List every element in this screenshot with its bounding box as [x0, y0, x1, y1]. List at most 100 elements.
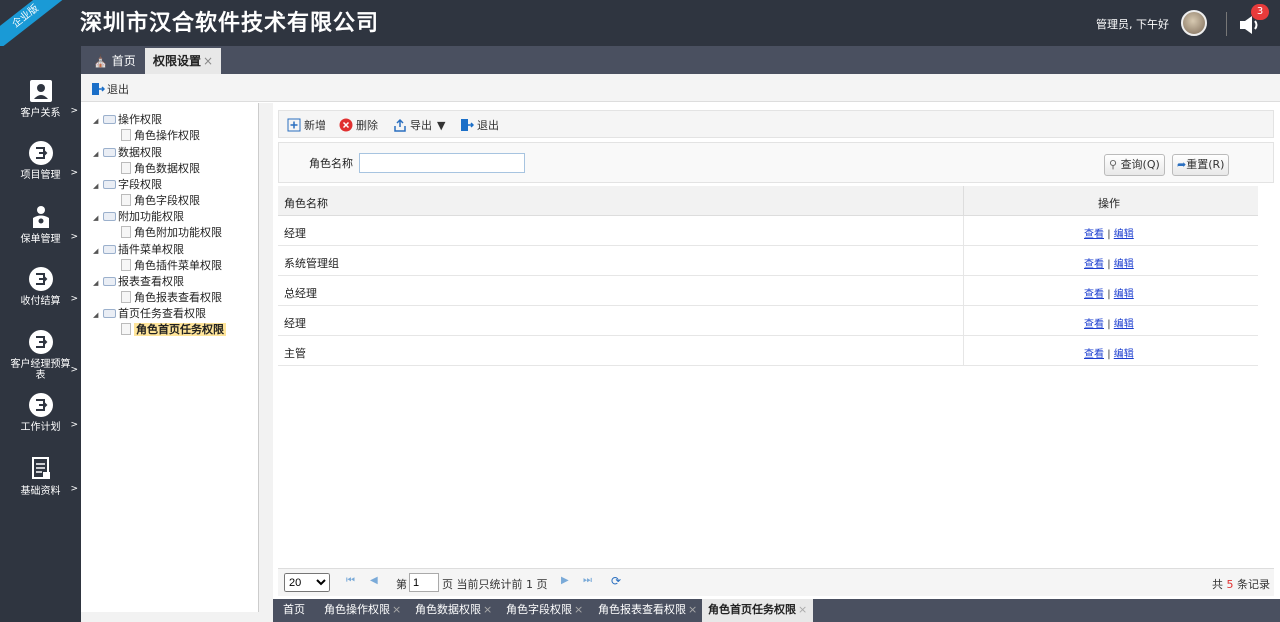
tree-node-addon[interactable]: ◢ 附加功能权限 — [93, 208, 184, 224]
close-icon[interactable]: × — [203, 54, 213, 68]
tree-node-field[interactable]: ◢ 字段权限 — [93, 176, 162, 192]
tab-bar: ⛪ 首页 权限设置 × — [81, 46, 1280, 74]
view-link[interactable]: 查看 — [1084, 349, 1104, 360]
close-icon[interactable]: × — [483, 603, 492, 616]
dropdown-arrow-icon[interactable]: ▼ — [437, 119, 445, 132]
tree-leaf-label: 角色数据权限 — [134, 162, 200, 175]
last-page-icon[interactable]: ⏭ — [583, 575, 592, 586]
close-icon[interactable]: × — [392, 603, 401, 616]
sidebar-item-project[interactable]: 项目管理 > — [0, 140, 81, 200]
folder-icon — [103, 115, 116, 124]
tree-leaf[interactable]: 角色报表查看权限 — [121, 289, 222, 305]
new-button[interactable]: 新增 — [287, 117, 326, 133]
notification-badge[interactable]: 3 — [1251, 4, 1269, 20]
tree-node-label: 插件菜单权限 — [118, 243, 184, 256]
expand-arrow-icon[interactable]: ◢ — [93, 150, 103, 158]
tree-node-home-task[interactable]: ◢ 首页任务查看权限 — [93, 305, 206, 321]
page-size-select[interactable]: 20 — [284, 573, 330, 592]
avatar[interactable] — [1181, 10, 1207, 36]
reset-label: 重置(R) — [1186, 158, 1225, 171]
tree-leaf[interactable]: 角色插件菜单权限 — [121, 257, 222, 273]
expand-arrow-icon[interactable]: ◢ — [93, 182, 103, 190]
table-row[interactable]: 系统管理组 查看 | 编辑 — [278, 246, 1258, 276]
bottom-tab-data[interactable]: 角色数据权限 × — [409, 599, 498, 622]
tree-leaf[interactable]: 角色附加功能权限 — [121, 224, 222, 240]
edit-link[interactable]: 编辑 — [1114, 259, 1134, 270]
edit-link[interactable]: 编辑 — [1114, 229, 1134, 240]
page-number-input[interactable] — [409, 573, 439, 592]
sidebar-item-settlement[interactable]: 收付结算 > — [0, 266, 81, 326]
export-button[interactable]: 导出 ▼ — [393, 117, 445, 133]
reset-button[interactable]: ➦重置(R) — [1172, 154, 1230, 176]
first-page-icon[interactable]: ⏮ — [346, 575, 355, 586]
edit-link[interactable]: 编辑 — [1114, 349, 1134, 360]
tree-node-label: 首页任务查看权限 — [118, 307, 206, 320]
tree-leaf[interactable]: 角色数据权限 — [121, 160, 200, 176]
action-toolbar: 新增 删除 导出 ▼ 退出 — [278, 110, 1274, 138]
close-icon[interactable]: × — [798, 603, 807, 616]
tree-leaf[interactable]: 角色操作权限 — [121, 127, 200, 143]
header-divider — [1226, 12, 1227, 36]
edit-link[interactable]: 编辑 — [1114, 319, 1134, 330]
tree-node-report[interactable]: ◢ 报表查看权限 — [93, 273, 184, 289]
bottom-tab-operation[interactable]: 角色操作权限 × — [318, 599, 407, 622]
tree-scrollbar[interactable] — [259, 103, 273, 622]
module-icon — [28, 141, 53, 165]
tree-leaf[interactable]: 角色字段权限 — [121, 192, 200, 208]
sidebar-item-policy[interactable]: 保单管理 > — [0, 204, 81, 264]
sidebar-item-customer[interactable]: 客户关系 > — [0, 78, 81, 138]
bottom-tab-report[interactable]: 角色报表查看权限 × — [592, 599, 703, 622]
expand-arrow-icon[interactable]: ◢ — [93, 279, 103, 287]
tab-home[interactable]: ⛪ 首页 — [85, 48, 144, 74]
share-arrow-icon: ➦ — [1177, 158, 1187, 171]
exit-button[interactable]: 退出 — [460, 117, 499, 133]
exit-label: 退出 — [107, 83, 129, 96]
table-row[interactable]: 经理 查看 | 编辑 — [278, 216, 1258, 246]
view-link[interactable]: 查看 — [1084, 319, 1104, 330]
column-divider — [963, 186, 964, 216]
close-icon[interactable]: × — [688, 603, 697, 616]
expand-arrow-icon[interactable]: ◢ — [93, 214, 103, 222]
tab-label: 角色首页任务权限 — [708, 603, 796, 616]
close-icon[interactable]: × — [574, 603, 583, 616]
table-row[interactable]: 总经理 查看 | 编辑 — [278, 276, 1258, 306]
bottom-tab-home-task[interactable]: 角色首页任务权限 × — [702, 599, 814, 622]
expand-arrow-icon[interactable]: ◢ — [93, 117, 103, 125]
tree-leaf-label: 角色插件菜单权限 — [134, 259, 222, 272]
role-name-input[interactable] — [359, 153, 525, 173]
tree-leaf-selected[interactable]: 角色首页任务权限 — [121, 321, 226, 337]
tree-node-data[interactable]: ◢ 数据权限 — [93, 144, 162, 160]
bottom-tab-home[interactable]: 首页 — [277, 599, 311, 622]
sidebar-item-basedata[interactable]: 基础资料 > — [0, 456, 81, 516]
view-link[interactable]: 查看 — [1084, 229, 1104, 240]
view-link[interactable]: 查看 — [1084, 259, 1104, 270]
tree-leaf-label: 角色操作权限 — [134, 129, 200, 142]
tree-node-operation[interactable]: ◢ 操作权限 — [93, 111, 162, 127]
next-page-icon[interactable]: ▶ — [561, 575, 569, 586]
cell-role-name: 系统管理组 — [284, 257, 339, 270]
chevron-right-icon: > — [70, 420, 78, 430]
sidebar: 客户关系 > 项目管理 > 保单管理 > 收付结算 > 客户经理预算表 > 工作… — [0, 46, 81, 622]
user-greeting[interactable]: 管理员, 下午好 — [1096, 16, 1169, 32]
sidebar-item-workplan[interactable]: 工作计划 > — [0, 392, 81, 452]
sidebar-item-label: 客户经理预算表 — [10, 359, 71, 381]
refresh-icon[interactable]: ⟳ — [611, 574, 621, 588]
table-row[interactable]: 主管 查看 | 编辑 — [278, 336, 1258, 366]
table-row[interactable]: 经理 查看 | 编辑 — [278, 306, 1258, 336]
tree-node-plugin[interactable]: ◢ 插件菜单权限 — [93, 241, 184, 257]
delete-button[interactable]: 删除 — [339, 117, 378, 133]
tab-permission-settings[interactable]: 权限设置 × — [145, 48, 222, 74]
column-header-role[interactable]: 角色名称 — [284, 195, 328, 211]
exit-icon — [461, 119, 474, 131]
view-link[interactable]: 查看 — [1084, 289, 1104, 300]
bottom-tab-field[interactable]: 角色字段权限 × — [500, 599, 589, 622]
file-icon — [121, 226, 131, 238]
tree-horizontal-scrollbar[interactable] — [81, 612, 259, 622]
exit-button[interactable]: 退出 — [91, 81, 129, 97]
expand-arrow-icon[interactable]: ◢ — [93, 247, 103, 255]
prev-page-icon[interactable]: ◀ — [370, 575, 378, 586]
expand-arrow-icon[interactable]: ◢ — [93, 311, 103, 319]
sidebar-item-budget[interactable]: 客户经理预算表 > — [0, 329, 81, 389]
query-button[interactable]: ⚲ 查询(Q) — [1104, 154, 1165, 176]
edit-link[interactable]: 编辑 — [1114, 289, 1134, 300]
